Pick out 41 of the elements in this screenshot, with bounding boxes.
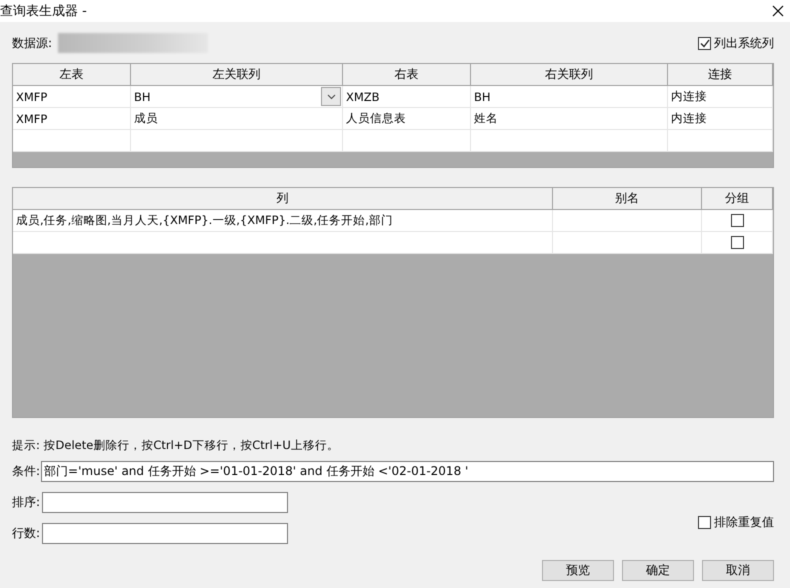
column-header[interactable]: 分组: [702, 188, 773, 210]
checkbox[interactable]: [698, 516, 711, 529]
column-header[interactable]: 左表: [13, 64, 131, 86]
caret-icon: [326, 94, 336, 100]
table-cell: 内连接: [668, 108, 773, 130]
table-cell: 成员,任务,缩略图,当月人天,{XMFP}.一级,{XMFP}.二级,任务开始,部门: [13, 210, 553, 232]
hint-text: 提示: 按Delete删除行，按Ctrl+D下移行，按Ctrl+U上移行。: [12, 438, 340, 453]
dialog-button[interactable]: 确定: [622, 560, 694, 581]
row-count-label: 行数:: [12, 525, 40, 542]
column-header[interactable]: 连接: [668, 64, 773, 86]
checkbox[interactable]: [730, 236, 744, 249]
datasource-field[interactable]: [58, 33, 208, 53]
row-count-field[interactable]: [42, 523, 288, 544]
table-cell: XMZB: [343, 86, 471, 108]
table-cell: XMFP: [13, 108, 131, 130]
table-cell: BH: [131, 86, 343, 108]
column-header[interactable]: 右关联列: [471, 64, 668, 86]
table-cell: XMFP: [13, 86, 131, 108]
close-icon[interactable]: [772, 5, 784, 17]
dialog-button[interactable]: 预览: [542, 560, 614, 581]
sort-field[interactable]: [42, 492, 288, 513]
checkbox[interactable]: [730, 214, 744, 227]
column-header[interactable]: 别名: [553, 188, 702, 210]
table-cell: 人员信息表: [343, 108, 471, 130]
table-cell: 成员: [131, 108, 343, 130]
column-header[interactable]: 右表: [343, 64, 471, 86]
sort-label: 排序:: [12, 494, 40, 511]
table-cell: BH: [471, 86, 668, 108]
condition-field[interactable]: 部门='muse' and 任务开始 >='01-01-2018' and 任务开始 <'02-01-2018 ': [41, 461, 774, 482]
checkbox-label: 排除重复值: [714, 514, 774, 531]
column-header[interactable]: 列: [13, 188, 553, 210]
dialog-button[interactable]: 取消: [702, 560, 774, 581]
checkbox-label: 列出系统列: [714, 34, 774, 52]
table-cell: 姓名: [471, 108, 668, 130]
column-header[interactable]: 左关联列: [131, 64, 343, 86]
dropdown-button[interactable]: [321, 87, 341, 106]
checkbox[interactable]: [698, 36, 711, 50]
condition-label: 条件:: [12, 463, 40, 480]
window-title: 查询表生成器 -: [0, 3, 87, 20]
datasource-label: 数据源:: [12, 34, 52, 52]
table-cell: 内连接: [668, 86, 773, 108]
